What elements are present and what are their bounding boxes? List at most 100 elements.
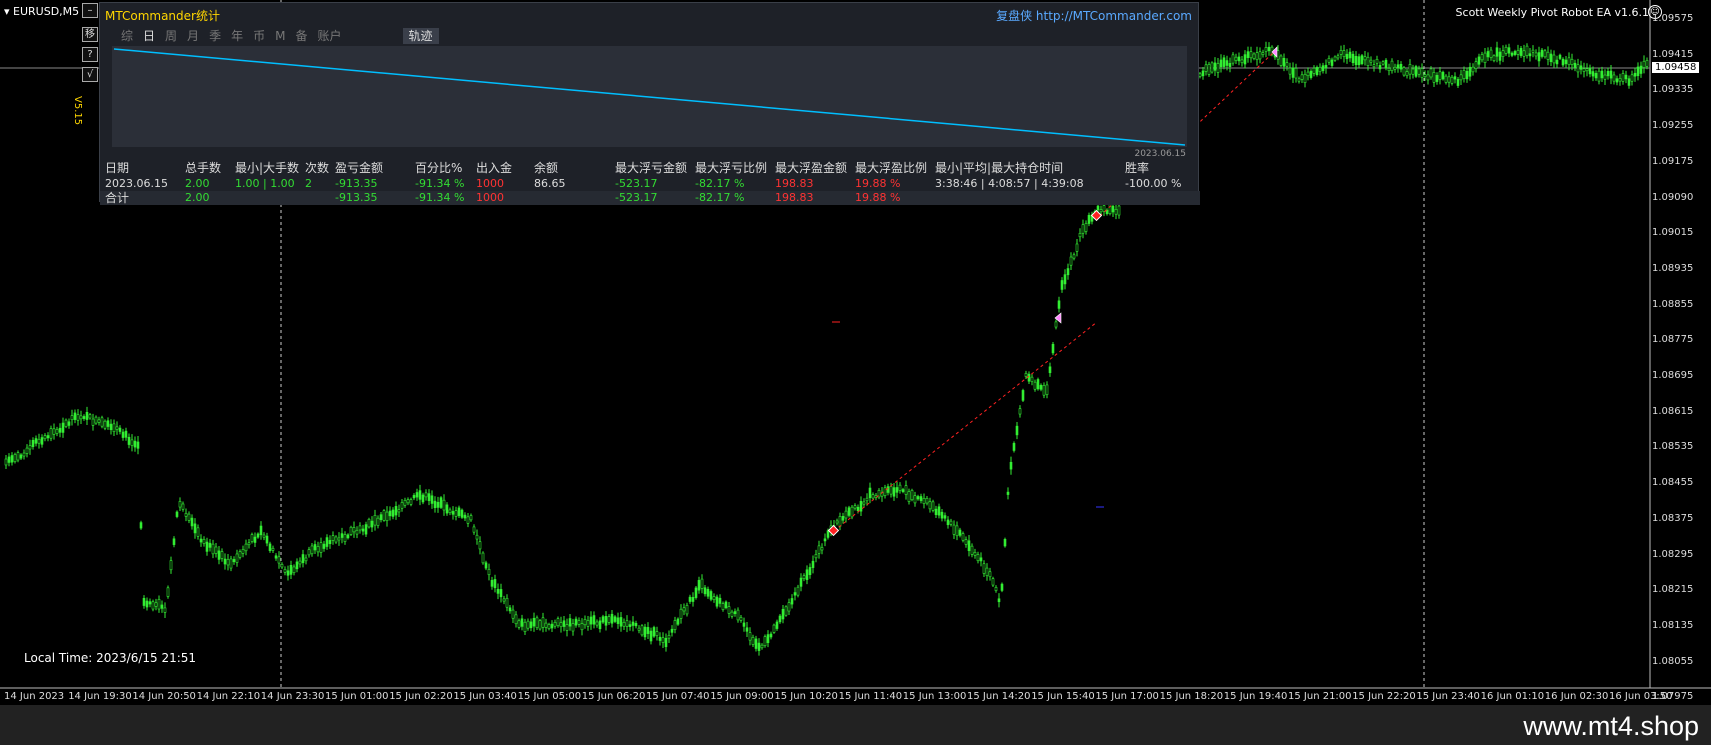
candle-body: [502, 598, 506, 602]
candle-body: [31, 439, 35, 447]
candle-body: [1519, 47, 1523, 56]
candle-body: [1396, 64, 1400, 69]
tab-currency[interactable]: 币: [248, 28, 270, 44]
candle-body: [520, 618, 524, 627]
candle-body: [634, 623, 638, 627]
candle-body: [1486, 51, 1490, 58]
candle-body: [217, 550, 221, 560]
candle-body: [982, 563, 986, 574]
tab-note[interactable]: 备: [290, 28, 312, 44]
candle-body: [1198, 73, 1202, 77]
candle-body: [934, 508, 938, 516]
check-button[interactable]: √: [82, 67, 98, 82]
tab-account[interactable]: 账户: [312, 28, 346, 44]
candle-body: [907, 491, 911, 502]
tab-track[interactable]: 轨迹: [402, 28, 439, 44]
candle-body: [658, 636, 662, 641]
candle-body: [1015, 425, 1019, 436]
candle-body: [112, 423, 116, 432]
candle-body: [676, 618, 680, 625]
candle-body: [1603, 74, 1607, 80]
candle-body: [46, 435, 50, 439]
candle-body: [1279, 55, 1283, 66]
help-button[interactable]: ?: [82, 47, 98, 62]
candle-body: [712, 596, 716, 600]
candle-body: [1339, 50, 1343, 55]
equity-line: [113, 48, 1186, 146]
tab-month[interactable]: 月: [182, 28, 204, 44]
minimize-button[interactable]: –: [82, 3, 98, 18]
tab-day[interactable]: 日: [138, 28, 160, 44]
candle-body: [94, 416, 98, 424]
time-tick: 15 Jun 06:20: [581, 691, 646, 702]
candle-body: [823, 538, 827, 542]
candle-body: [742, 622, 746, 627]
candle-body: [1450, 76, 1454, 84]
candle-body: [1114, 209, 1118, 215]
candle-body: [238, 551, 242, 558]
candle-body: [694, 587, 698, 598]
candle-body: [1429, 68, 1433, 78]
candle-body: [571, 623, 575, 632]
candle-body: [214, 546, 218, 554]
candle-body: [1018, 408, 1022, 415]
candle-body: [1489, 49, 1493, 58]
candle-body: [76, 414, 80, 421]
version-label: V5.15: [72, 96, 83, 126]
candle-body: [1216, 63, 1220, 73]
candle-body: [1306, 71, 1310, 77]
candle-body: [118, 427, 122, 432]
candle-body: [769, 633, 773, 638]
candle-body: [172, 538, 176, 545]
col-header: 最大浮盈金额: [775, 161, 848, 175]
candle-body: [655, 631, 659, 636]
candle-body: [484, 562, 488, 569]
candle-body: [841, 515, 845, 521]
move-button[interactable]: 移: [82, 27, 98, 42]
candle-body: [1006, 491, 1010, 495]
candle-body: [1468, 66, 1472, 77]
candle-body: [376, 517, 380, 526]
candle-body: [796, 586, 800, 596]
tab-magic[interactable]: M: [270, 28, 290, 44]
candle-body: [865, 497, 869, 502]
candle-body: [739, 617, 743, 621]
price-tick: 1.08295: [1652, 548, 1694, 560]
candle-body: [1204, 64, 1208, 72]
mtcommander-stats-panel[interactable]: MTCommander统计 复盘侠 http://MTCommander.com…: [99, 2, 1200, 205]
tab-summary[interactable]: 综: [116, 28, 138, 44]
candle-body: [748, 632, 752, 641]
cell-total-max-float-profit: 198.83: [775, 191, 814, 204]
time-tick: 16 Jun 02:30: [1544, 691, 1609, 702]
tab-quarter[interactable]: 季: [204, 28, 226, 44]
time-tick: 16 Jun 01:10: [1480, 691, 1545, 702]
time-tick: 15 Jun 09:00: [710, 691, 774, 702]
candle-body: [139, 522, 143, 529]
tab-week[interactable]: 周: [160, 28, 182, 44]
candle-body: [1462, 70, 1466, 79]
cell-max-float-loss: -523.17: [615, 177, 658, 190]
candle-body: [1363, 56, 1367, 61]
candle-body: [1207, 64, 1211, 75]
candle-body: [1408, 64, 1412, 75]
cell-min-max-lots: 1.00 | 1.00: [235, 177, 295, 190]
candle-body: [601, 616, 605, 623]
candle-body: [406, 499, 410, 504]
candle-body: [1096, 205, 1100, 211]
cell-deposit: 1000: [476, 177, 504, 190]
tab-year[interactable]: 年: [226, 28, 248, 44]
candle-body: [451, 511, 455, 515]
candle-body: [1645, 60, 1649, 67]
panel-title: MTCommander统计: [105, 9, 220, 23]
candle-body: [1438, 71, 1442, 80]
candle-body: [805, 569, 809, 580]
candle-body: [610, 613, 614, 624]
candle-body: [550, 623, 554, 629]
candle-body: [52, 428, 56, 435]
candle-body: [1351, 53, 1355, 64]
candle-body: [970, 545, 974, 555]
candle-body: [427, 493, 431, 502]
table-row[interactable]: 2023.06.15 2.00 1.00 | 1.00 2 -913.35 -9…: [100, 177, 1200, 191]
candle-body: [454, 510, 458, 517]
panel-link[interactable]: 复盘侠 http://MTCommander.com: [996, 7, 1192, 24]
